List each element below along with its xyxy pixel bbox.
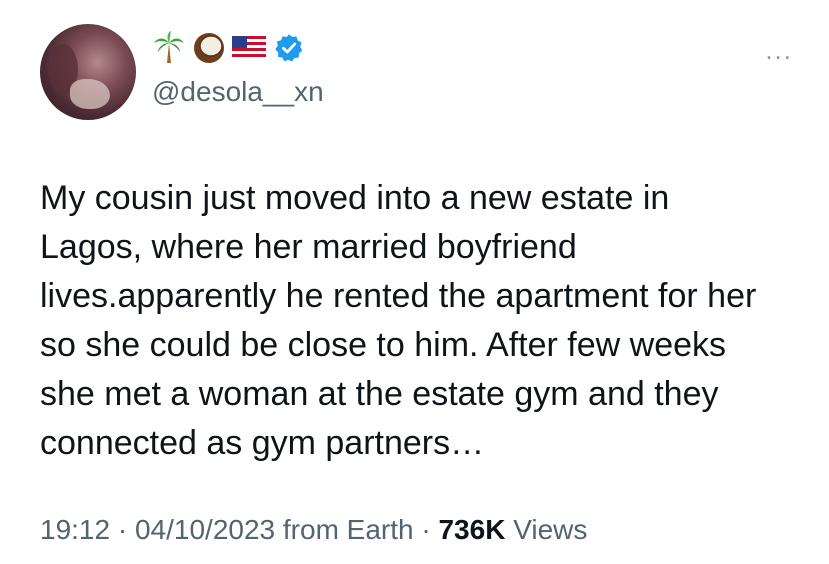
- verified-badge-icon[interactable]: [272, 31, 306, 65]
- meta-separator: ·: [110, 514, 135, 545]
- views-count[interactable]: 736K: [438, 514, 505, 545]
- views-label[interactable]: Views: [513, 514, 587, 545]
- tweet-time[interactable]: 19:12: [40, 514, 110, 545]
- tweet-text: My cousin just moved into a new estate i…: [40, 179, 757, 462]
- tweet-meta: 19:12 · 04/10/2023 from Earth · 736K Vie…: [40, 513, 587, 547]
- avatar-shape: [70, 79, 110, 109]
- tweet-source: from Earth: [282, 514, 414, 545]
- tweet-card: @desola__xn ... My cousin just moved int…: [0, 0, 829, 564]
- us-flag-icon: [232, 31, 266, 65]
- author-handle[interactable]: @desola__xn: [152, 75, 324, 109]
- more-options-icon[interactable]: ...: [765, 37, 793, 63]
- palm-tree-icon: [152, 31, 186, 65]
- coconut-icon: [192, 31, 226, 65]
- avatar[interactable]: [40, 24, 136, 120]
- tweet-date[interactable]: 04/10/2023: [135, 514, 275, 545]
- meta-separator: ·: [413, 514, 439, 545]
- display-name[interactable]: [152, 30, 306, 66]
